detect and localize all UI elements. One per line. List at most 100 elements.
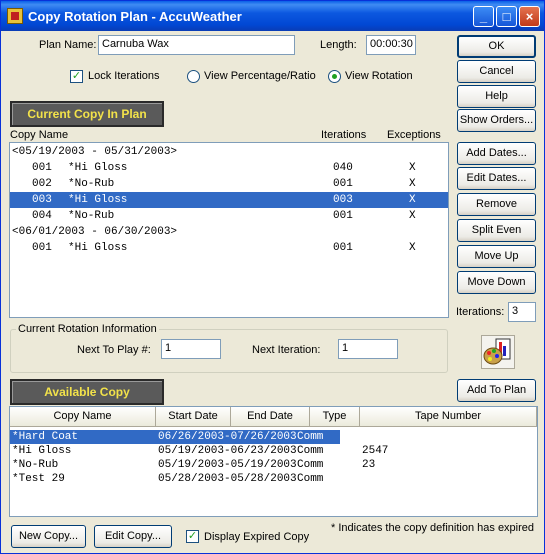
copy-name: *Hi Gloss [68,242,128,254]
length-label: Length: [320,39,357,51]
available-copy-row[interactable]: *Hard Coat 06/26/2003-07/26/2003 Comm [10,430,340,444]
show-orders-button[interactable]: Show Orders... [457,109,536,132]
help-button[interactable]: Help [457,85,536,108]
app-icon [7,8,23,24]
minimize-button[interactable]: _ [473,6,494,27]
col-iterations: Iterations [321,129,367,141]
avail-copy-type: Comm [297,445,324,457]
copy-iterations: 040 [333,162,353,174]
move-down-button[interactable]: Move Down [457,271,536,294]
current-copy-banner: Current Copy In Plan [10,101,164,127]
plan-copy-row[interactable]: 004 *No-Rub 001 X [10,208,448,224]
copy-rotation-plan-window: Copy Rotation Plan - AccuWeather _ □ × P… [0,0,545,554]
copy-name: *No-Rub [68,178,115,190]
edit-copy-button[interactable]: Edit Copy... [94,525,172,548]
available-copy-row[interactable]: *Hi Gloss 05/19/2003-06/23/2003 Comm 2547 [10,444,537,458]
split-even-button[interactable]: Split Even [457,219,536,242]
avail-col-end-date[interactable]: End Date [231,407,310,427]
view-rotation-radio[interactable] [328,70,341,83]
edit-dates-button[interactable]: Edit Dates... [457,167,536,190]
maximize-button[interactable]: □ [496,6,517,27]
copy-iterations: 001 [333,242,353,254]
view-rotation-label: View Rotation [345,70,413,82]
avail-copy-name: *Test 29 [12,473,65,485]
date-range-text: <06/01/2003 - 06/30/2003> [12,226,178,238]
plan-copy-row[interactable]: 002 *No-Rub 001 X [10,176,448,192]
copy-number: 002 [32,178,52,190]
copy-iterations: 001 [333,210,353,222]
plan-copy-row[interactable]: 001 *Hi Gloss 040 X [10,160,448,176]
length-input[interactable]: 00:00:30 [366,35,416,55]
avail-copy-type: Comm [297,431,324,443]
copy-exception: X [409,242,416,254]
date-range-text: <05/19/2003 - 05/31/2003> [12,146,178,158]
view-percentage-label: View Percentage/Ratio [204,70,316,82]
avail-copy-tape: 2547 [362,445,389,457]
col-copy-name: Copy Name [10,129,69,141]
avail-col-tape-number[interactable]: Tape Number [360,407,537,427]
avail-copy-dates: 05/28/2003-05/28/2003 [158,473,297,485]
copy-number: 001 [32,242,52,254]
plan-copy-row[interactable]: 003 *Hi Gloss 003 X [10,192,448,208]
copy-name: *No-Rub [68,210,115,222]
view-percentage-radio[interactable] [187,70,200,83]
avail-col-copy-name[interactable]: Copy Name [10,407,156,427]
copy-name: *Hi Gloss [68,162,128,174]
new-copy-button[interactable]: New Copy... [11,525,86,548]
copy-exception: X [409,178,416,190]
copy-rotation-tool-button[interactable] [481,335,515,369]
avail-col-start-date[interactable]: Start Date [156,407,231,427]
col-exceptions: Exceptions [387,129,441,141]
display-expired-checkbox[interactable]: ✓ [186,530,199,543]
window-title: Copy Rotation Plan - AccuWeather [28,9,242,24]
avail-col-type[interactable]: Type [310,407,360,427]
plan-copy-row[interactable]: 001 *Hi Gloss 001 X [10,240,448,256]
available-copy-row[interactable]: *Test 29 05/28/2003-05/28/2003 Comm [10,472,537,486]
available-copy-list[interactable]: Copy Name Start Date End Date Type Tape … [9,406,538,517]
copy-name: *Hi Gloss [68,194,128,206]
avail-copy-dates: 06/26/2003-07/26/2003 [158,431,297,443]
avail-copy-name: *Hard Coat [12,431,79,443]
available-copy-banner: Available Copy [10,379,164,405]
add-dates-button[interactable]: Add Dates... [457,142,536,165]
display-expired-label: Display Expired Copy [204,531,310,543]
close-button[interactable]: × [519,6,540,27]
avail-copy-name: *Hi Gloss [12,445,72,457]
title-bar[interactable]: Copy Rotation Plan - AccuWeather _ □ × [1,1,544,31]
iterations-label: Iterations: [456,306,505,318]
iterations-input[interactable]: 3 [508,302,536,322]
avail-copy-tape: 23 [362,459,376,471]
lock-iterations-label: Lock Iterations [88,70,160,82]
avail-copy-name: *No-Rub [12,459,59,471]
current-copy-list[interactable]: <05/19/2003 - 05/31/2003> 001 *Hi Gloss 040… [9,142,449,318]
ok-button[interactable]: OK [457,35,536,58]
copy-exception: X [409,210,416,222]
expired-note: * Indicates the copy definition has expi… [331,522,535,534]
add-to-plan-button[interactable]: Add To Plan [457,379,536,402]
rotation-info-title: Current Rotation Information [16,323,159,335]
next-iteration-label: Next Iteration: [252,344,321,356]
copy-iterations: 001 [333,178,353,190]
date-range-row[interactable]: <05/19/2003 - 05/31/2003> [10,144,448,160]
palette-chart-icon [483,338,511,365]
move-up-button[interactable]: Move Up [457,245,536,268]
avail-copy-dates: 05/19/2003-05/19/2003 [158,459,297,471]
copy-number: 001 [32,162,52,174]
remove-button[interactable]: Remove [457,193,536,216]
avail-copy-dates: 05/19/2003-06/23/2003 [158,445,297,457]
lock-iterations-checkbox[interactable]: ✓ [70,70,83,83]
date-range-row[interactable]: <06/01/2003 - 06/30/2003> [10,224,448,240]
copy-iterations: 003 [333,194,353,206]
plan-name-input[interactable]: Carnuba Wax [98,35,295,55]
cancel-button[interactable]: Cancel [457,60,536,83]
copy-number: 004 [32,210,52,222]
next-to-play-label: Next To Play #: [77,344,151,356]
avail-copy-type: Comm [297,473,324,485]
copy-exception: X [409,162,416,174]
next-iteration-input[interactable]: 1 [338,339,398,359]
copy-number: 003 [32,194,52,206]
copy-exception: X [409,194,416,206]
available-copy-row[interactable]: *No-Rub 05/19/2003-05/19/2003 Comm 23 [10,458,537,472]
plan-name-label: Plan Name: [39,39,97,51]
next-to-play-input[interactable]: 1 [161,339,221,359]
